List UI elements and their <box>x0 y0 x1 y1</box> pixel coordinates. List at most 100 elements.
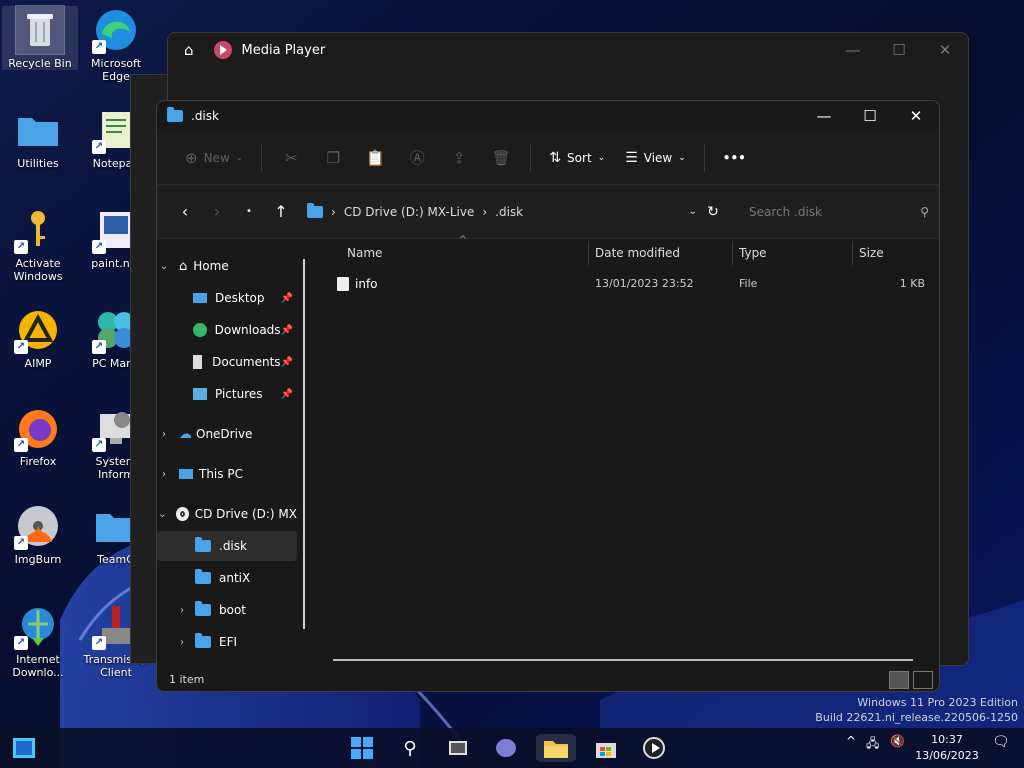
maximize-button[interactable]: ☐ <box>847 107 893 125</box>
up-arrow-icon[interactable]: ↑ <box>265 202 297 221</box>
chat-icon[interactable] <box>486 734 526 762</box>
chevron-down-icon[interactable]: ⌄ <box>689 206 697 217</box>
column-divider[interactable] <box>732 241 733 265</box>
pin-icon: 📌 <box>280 292 293 304</box>
view-list-icon: ☰ <box>625 149 638 166</box>
back-arrow-icon[interactable]: ‹ <box>169 202 201 221</box>
sidebar-item-onedrive[interactable]: › ☁ OneDrive <box>157 419 297 449</box>
status-bar-item-count: 1 item <box>169 673 205 686</box>
widgets-icon[interactable] <box>4 734 44 762</box>
desktop-icon-recycle-bin[interactable]: Recycle Bin <box>2 5 78 70</box>
desktop-icon-activate-windows[interactable]: ↗ Activate Windows <box>0 206 76 283</box>
desktop-icon-microsoft-edge[interactable]: ↗ Microsoft Edge <box>78 6 154 83</box>
file-name: info <box>355 277 378 291</box>
close-button[interactable]: ✕ <box>922 41 968 59</box>
file-explorer-taskbar-icon[interactable] <box>536 734 576 762</box>
desktop-icon-label: Internet Downlo... <box>12 653 64 679</box>
chevron-right-icon[interactable]: › <box>157 429 171 440</box>
horizontal-scrollbar[interactable] <box>333 659 913 661</box>
explorer-titlebar[interactable]: .disk — ☐ ✕ <box>157 101 939 131</box>
desktop-icon-internet-download-manager[interactable]: ↗ Internet Downlo... <box>0 602 76 679</box>
sidebar-item-disk[interactable]: .disk <box>157 531 297 561</box>
chevron-right-icon[interactable]: › <box>157 469 171 480</box>
window-caption-buttons: — ☐ ✕ <box>830 41 968 59</box>
sort-button-label: Sort <box>567 150 592 165</box>
column-header-size[interactable]: Size <box>859 241 884 265</box>
microsoft-store-icon[interactable] <box>586 734 626 762</box>
address-bar[interactable]: › CD Drive (D:) MX-Live › .disk ⌄ <box>297 196 697 228</box>
task-view-icon[interactable] <box>438 734 478 762</box>
column-header-name[interactable]: Name <box>347 241 382 265</box>
cut-icon[interactable]: ✂ <box>279 149 303 167</box>
copy-icon[interactable]: ❐ <box>321 149 345 167</box>
command-bar: ⊕ New ⌄ ✂ ❐ 📋 Ⓐ ⇪ 🗑 ⇅ Sort ⌄ ☰ View ⌄ ••… <box>157 131 939 185</box>
home-icon[interactable]: ⌂ <box>184 41 194 59</box>
tiles-view-button[interactable] <box>913 671 933 689</box>
share-icon[interactable]: ⇪ <box>447 149 471 167</box>
minimize-button[interactable]: — <box>830 41 876 59</box>
search-icon[interactable]: ⚲ <box>390 734 430 762</box>
refresh-icon[interactable]: ↻ <box>697 204 729 220</box>
sidebar-item-boot[interactable]: › boot <box>157 595 297 625</box>
chevron-right-icon[interactable]: › <box>175 637 189 648</box>
rename-icon[interactable]: Ⓐ <box>405 147 429 168</box>
shortcut-arrow-icon: ↗ <box>14 438 28 452</box>
sort-button[interactable]: ⇅ Sort ⌄ <box>539 142 615 174</box>
column-header-type[interactable]: Type <box>739 241 767 265</box>
chevron-up-icon[interactable]: ^ <box>846 734 856 748</box>
breadcrumb-cd-drive[interactable]: CD Drive (D:) MX-Live <box>344 205 475 219</box>
breadcrumb-disk[interactable]: .disk <box>495 205 523 219</box>
column-header-date-modified[interactable]: Date modified <box>595 241 680 265</box>
column-divider[interactable] <box>588 241 589 265</box>
volume-muted-icon[interactable]: 🔇 <box>890 734 905 748</box>
sidebar-item-desktop[interactable]: Desktop 📌 <box>157 283 297 313</box>
sidebar-item-home[interactable]: ⌄ ⌂ Home <box>157 251 297 281</box>
imgburn-icon: ↗ <box>14 502 62 550</box>
close-button[interactable]: ✕ <box>893 107 939 125</box>
pane-splitter[interactable] <box>303 259 305 629</box>
desktop-icon-imgburn[interactable]: ↗ ImgBurn <box>0 502 76 566</box>
desktop-icon-aimp[interactable]: ↗ AIMP <box>0 306 76 370</box>
paste-icon[interactable]: 📋 <box>363 149 387 167</box>
chevron-right-icon[interactable]: › <box>175 605 189 616</box>
forward-arrow-icon[interactable]: › <box>201 202 233 221</box>
chevron-down-icon[interactable]: ⌄ <box>157 261 171 272</box>
details-view-button[interactable] <box>889 671 909 689</box>
file-explorer-window[interactable]: .disk — ☐ ✕ ⊕ New ⌄ ✂ ❐ 📋 Ⓐ ⇪ 🗑 ⇅ Sort ⌄… <box>156 100 940 692</box>
watermark-build: Build 22621.ni_release.220506-1250 <box>815 711 1018 724</box>
desktop-icon-firefox[interactable]: ↗ Firefox <box>0 404 76 468</box>
maximize-button[interactable]: ☐ <box>876 41 922 59</box>
sidebar-item-label: OneDrive <box>196 427 253 441</box>
sidebar-item-cd-drive[interactable]: ⌄ CD Drive (D:) MX <box>157 499 297 529</box>
chevron-down-icon: ⌄ <box>597 152 606 163</box>
sidebar-item-efi[interactable]: › EFI <box>157 627 297 657</box>
desktop-icon-label: ImgBurn <box>14 553 62 566</box>
delete-icon[interactable]: 🗑 <box>489 149 513 167</box>
media-player-titlebar[interactable]: ⌂ Media Player — ☐ ✕ <box>168 33 968 67</box>
minimize-button[interactable]: — <box>801 107 847 125</box>
explorer-title: .disk <box>191 109 219 123</box>
breadcrumb-separator: › <box>482 204 488 219</box>
sidebar-item-documents[interactable]: Documents 📌 <box>157 347 297 377</box>
sidebar-item-antix[interactable]: antiX <box>157 563 297 593</box>
taskbar-clock[interactable]: 10:37 13/06/2023 <box>905 732 989 764</box>
notification-icon[interactable]: 🗨 <box>992 734 1010 750</box>
sidebar-item-pictures[interactable]: Pictures 📌 <box>157 379 297 409</box>
new-button[interactable]: ⊕ New ⌄ <box>175 142 253 174</box>
clock-date: 13/06/2023 <box>915 749 979 762</box>
start-button[interactable] <box>342 734 382 762</box>
sidebar-item-label: Home <box>193 259 229 273</box>
sidebar-item-this-pc[interactable]: › This PC <box>157 459 297 489</box>
desktop-icon-utilities[interactable]: Utilities <box>0 106 76 170</box>
column-divider[interactable] <box>852 241 853 265</box>
search-box[interactable]: Search .disk ⚲ <box>739 196 939 228</box>
view-button[interactable]: ☰ View ⌄ <box>615 142 696 174</box>
media-player-taskbar-icon[interactable] <box>634 734 674 762</box>
chevron-down-icon[interactable]: ⌄ <box>157 509 168 520</box>
more-options-button[interactable]: ••• <box>713 142 756 174</box>
network-icon[interactable]: 🖧 <box>866 734 879 755</box>
search-input[interactable]: Search .disk <box>749 205 822 219</box>
table-row[interactable]: info 13/01/2023 23:52 File 1 KB <box>333 275 933 293</box>
recent-locations-icon[interactable]: • <box>233 206 265 217</box>
sidebar-item-downloads[interactable]: Downloads 📌 <box>157 315 297 345</box>
